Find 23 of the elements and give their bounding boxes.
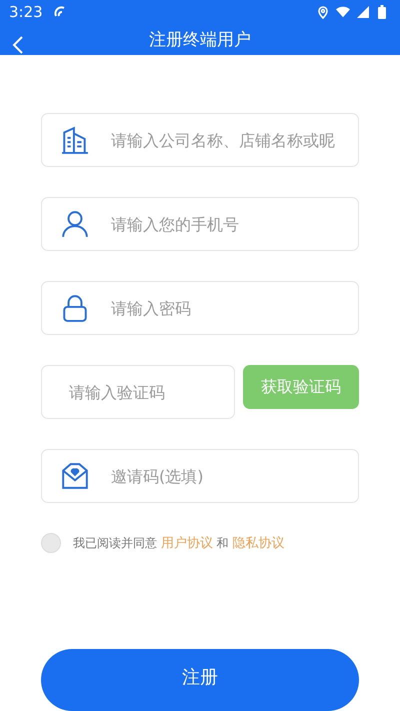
agree-checkbox[interactable] (41, 533, 61, 553)
sync-icon (52, 5, 67, 20)
register-button[interactable]: 注册 (41, 649, 359, 711)
page-title: 注册终端用户 (149, 29, 251, 52)
code-field[interactable]: 请输入验证码 (41, 365, 235, 419)
wifi-icon (336, 5, 350, 20)
envelope-heart-icon (61, 462, 89, 490)
user-agreement-link[interactable]: 用户协议 (160, 536, 213, 551)
battery-icon (378, 5, 386, 20)
building-icon (61, 126, 89, 154)
back-icon (12, 34, 24, 55)
agreement-text: 我已阅读并同意 用户协议 和 隐私协议 (73, 535, 284, 552)
input-field[interactable]: 请输入您的手机号 (41, 197, 359, 251)
signal-icon (356, 5, 370, 20)
person-icon (61, 210, 89, 238)
get-code-button[interactable]: 获取验证码 (243, 365, 359, 409)
privacy-link[interactable]: 隐私协议 (232, 536, 284, 551)
location-icon (316, 5, 330, 20)
invite-field[interactable]: 邀请码(选填) (41, 449, 359, 503)
status-time: 3:23 (9, 3, 43, 22)
lock-icon (61, 294, 89, 322)
input-field[interactable]: 请输入密码 (41, 281, 359, 335)
input-field[interactable]: 请输入公司名称、店铺名称或昵 (41, 113, 359, 167)
